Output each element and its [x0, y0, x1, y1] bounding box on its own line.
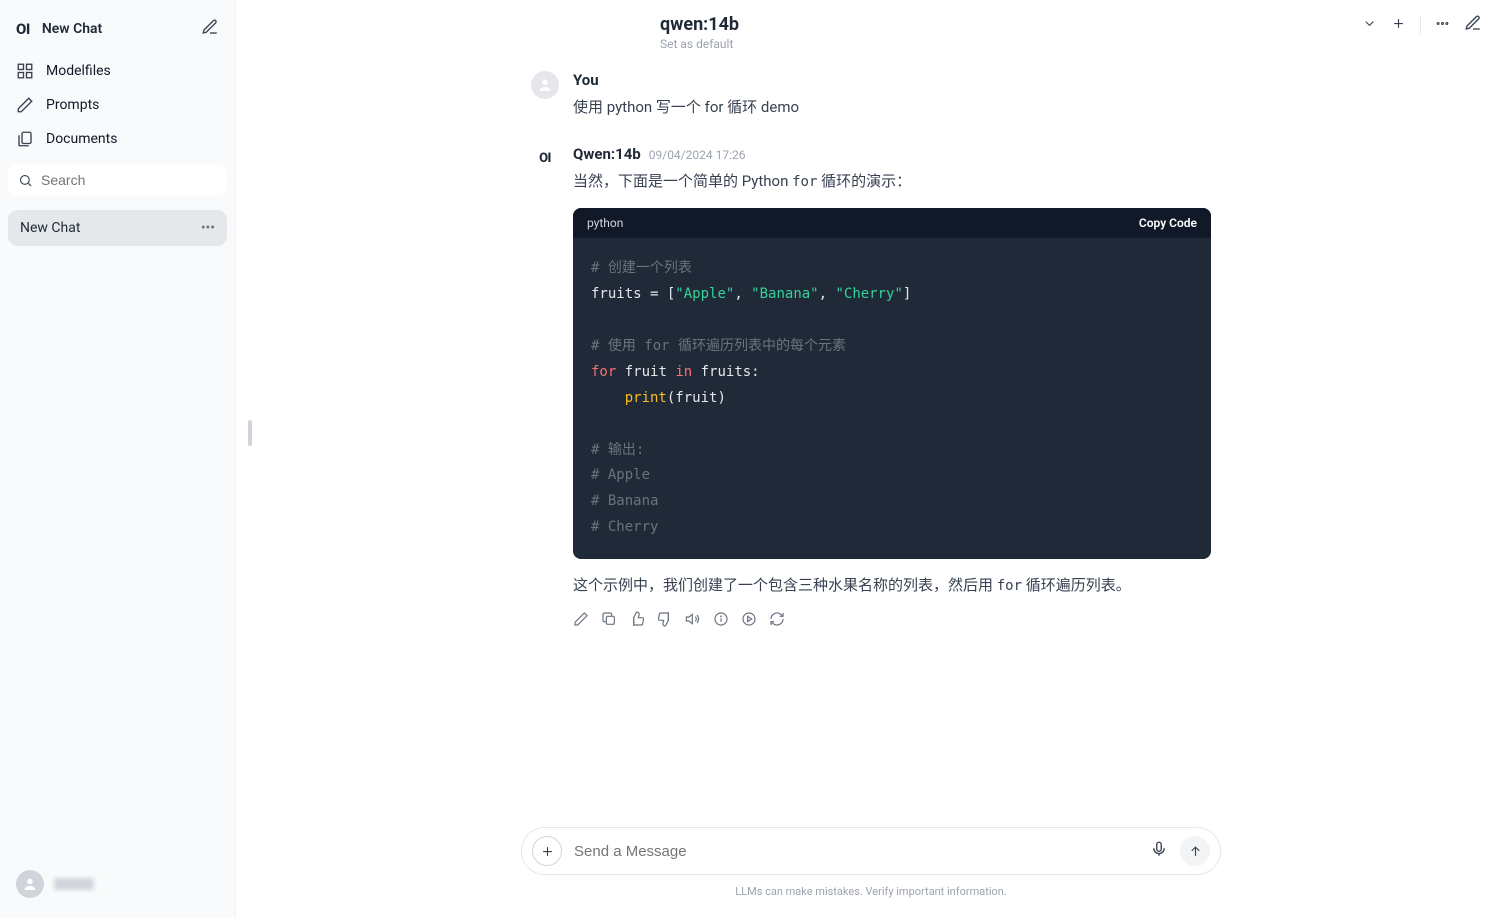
- regenerate-icon[interactable]: [769, 611, 785, 627]
- nav-label: Prompts: [46, 97, 99, 113]
- sidebar-title[interactable]: New Chat: [42, 21, 102, 37]
- nav-documents[interactable]: Documents: [8, 122, 227, 156]
- user-message: You 使用 python 写一个 for 循环 demo: [531, 71, 1211, 121]
- user-avatar: [531, 71, 559, 99]
- sidebar: OI New Chat Modelfiles Prompts Documents…: [0, 0, 236, 918]
- message-input-box: [521, 827, 1221, 875]
- avatar: [16, 870, 44, 898]
- message-actions: [573, 611, 1211, 627]
- play-icon[interactable]: [741, 611, 757, 627]
- thumbs-up-icon[interactable]: [629, 611, 645, 627]
- model-selector[interactable]: qwen:14b: [660, 14, 739, 35]
- nav-label: Modelfiles: [46, 63, 111, 79]
- brand-logo: OI: [16, 20, 30, 38]
- copy-icon[interactable]: [601, 611, 617, 627]
- nav-modelfiles[interactable]: Modelfiles: [8, 54, 227, 88]
- speaker-icon[interactable]: [685, 611, 701, 627]
- nav-prompts[interactable]: Prompts: [8, 88, 227, 122]
- microphone-icon[interactable]: [1150, 840, 1168, 862]
- user-menu[interactable]: [8, 862, 227, 906]
- message-author: You: [573, 71, 599, 89]
- document-icon: [16, 130, 34, 148]
- thumbs-down-icon[interactable]: [657, 611, 673, 627]
- divider: [1420, 15, 1421, 35]
- send-button[interactable]: [1180, 836, 1210, 866]
- message-timestamp: 09/04/2024 17:26: [649, 148, 746, 162]
- message-input[interactable]: [574, 843, 1138, 860]
- pencil-icon: [16, 96, 34, 114]
- chat-item-menu-icon[interactable]: •••: [201, 220, 215, 236]
- message-text: 这个示例中，我们创建了一个包含三种水果名称的列表，然后用 for 循环遍历列表。: [573, 573, 1211, 599]
- search-box[interactable]: [8, 164, 227, 196]
- chat-item-label: New Chat: [20, 220, 80, 236]
- edit-icon[interactable]: [573, 611, 589, 627]
- grid-icon: [16, 62, 34, 80]
- message-author: Qwen:14b: [573, 145, 641, 163]
- assistant-avatar: OI: [531, 145, 559, 173]
- info-icon[interactable]: [713, 611, 729, 627]
- copy-code-button[interactable]: Copy Code: [1139, 216, 1197, 230]
- assistant-message: OI Qwen:14b 09/04/2024 17:26 当然，下面是一个简单的…: [531, 145, 1211, 627]
- more-icon[interactable]: [1435, 16, 1450, 35]
- plus-icon[interactable]: [1391, 16, 1406, 35]
- code-lang: python: [587, 216, 623, 230]
- footer-disclaimer: LLMs can make mistakes. Verify important…: [735, 885, 1007, 898]
- search-input[interactable]: [41, 172, 222, 188]
- edit-icon[interactable]: [1464, 14, 1482, 36]
- message-text: 当然，下面是一个简单的 Python for 循环的演示：: [573, 169, 1211, 195]
- attach-button[interactable]: [532, 836, 562, 866]
- new-chat-icon[interactable]: [201, 18, 219, 40]
- chat-history-item[interactable]: New Chat •••: [8, 210, 227, 246]
- code-block: python Copy Code # 创建一个列表 fruits = ["App…: [573, 208, 1211, 559]
- search-icon: [18, 173, 33, 188]
- code-content: # 创建一个列表 fruits = ["Apple", "Banana", "C…: [573, 238, 1211, 559]
- chevron-down-icon[interactable]: [1362, 16, 1377, 35]
- message-text: 使用 python 写一个 for 循环 demo: [573, 95, 1211, 121]
- username: [54, 878, 94, 890]
- set-default-link[interactable]: Set as default: [660, 37, 739, 51]
- nav-label: Documents: [46, 131, 117, 147]
